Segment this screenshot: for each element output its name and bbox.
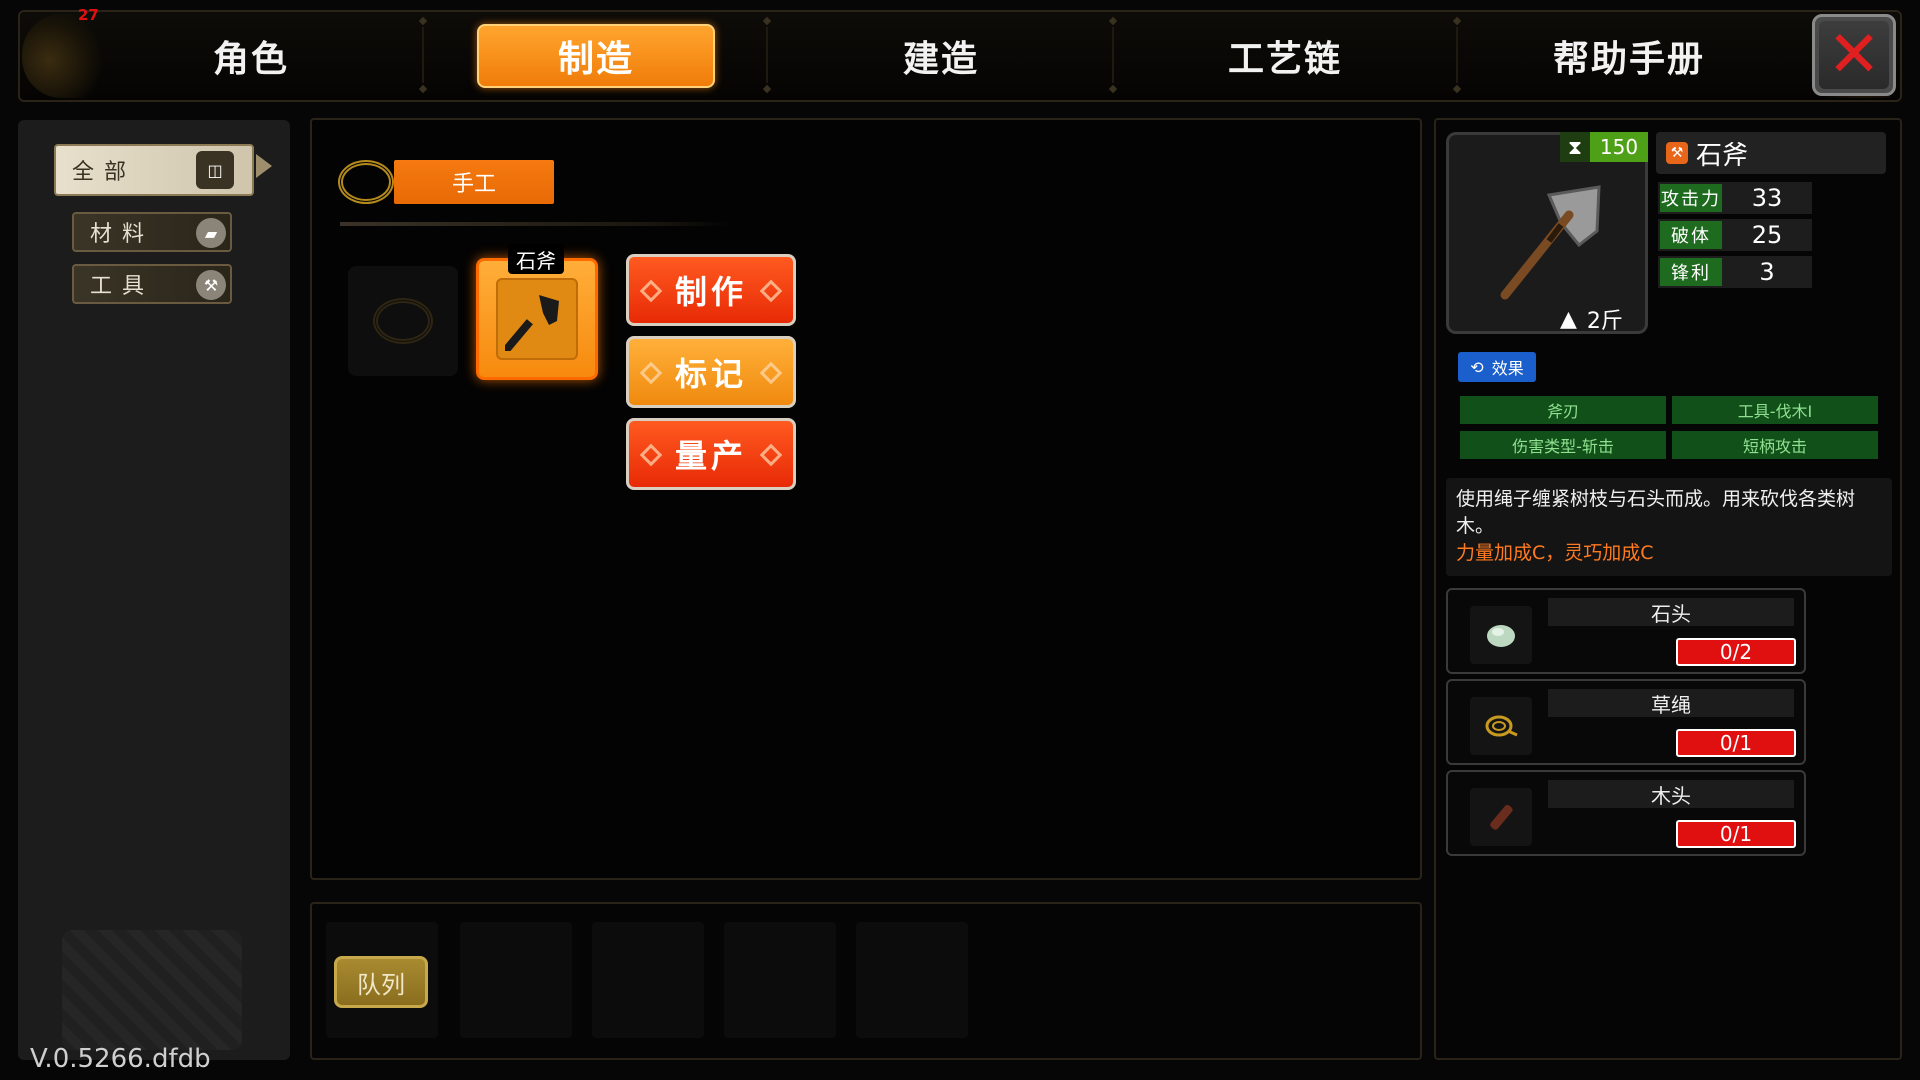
effect-cell: 伤害类型-斩击 (1460, 431, 1666, 459)
craft-time-value: 150 (1590, 132, 1648, 162)
queue-button[interactable]: 队列 (334, 956, 428, 1008)
sidebar-emblem (62, 930, 242, 1050)
effect-icon: ⟲ (1470, 357, 1484, 377)
mark-button-label: 标记 (674, 355, 747, 393)
category-tool-label: 工具 (90, 274, 155, 299)
category-tool-button[interactable]: 工具 ⚒ (72, 264, 232, 304)
stone-axe-icon (1500, 185, 1601, 300)
rope-icon (1470, 697, 1532, 755)
category-all-label: 全部 (72, 160, 137, 185)
fps-counter: 27 (78, 6, 99, 24)
nav-divider (1452, 16, 1462, 94)
hourglass-icon: ⧗ (1560, 132, 1590, 162)
tab-character[interactable]: 角色 (132, 24, 370, 88)
recipe-slot-rope[interactable] (348, 266, 458, 376)
stat-value: 25 (1751, 221, 1783, 249)
recipe-group-header: 手工 (338, 158, 556, 206)
tab-help-manual[interactable]: 帮助手册 (1510, 24, 1748, 88)
make-button-label: 制作 (674, 273, 747, 311)
stat-label: 锋利 (1660, 258, 1722, 286)
rope-icon (373, 298, 433, 344)
material-row: 石头 0/2 (1446, 588, 1806, 674)
item-description: 使用绳子缠紧树枝与石头而成。用来砍伐各类树木。 力量加成C，灵巧加成C (1446, 478, 1892, 576)
stone-axe-icon (505, 295, 559, 351)
material-name: 木头 (1548, 780, 1794, 808)
nav-ornament-left (22, 14, 112, 98)
category-all-button[interactable]: 全部 ◫ (54, 144, 272, 196)
tab-crafting[interactable]: 制造 (477, 24, 715, 88)
make-button[interactable]: 制作 (626, 254, 796, 326)
tab-building[interactable]: 建造 (822, 24, 1060, 88)
category-material-button[interactable]: 材料 ▰ (72, 212, 232, 252)
stat-value: 3 (1759, 258, 1775, 286)
material-count: 0/2 (1676, 638, 1796, 666)
material-name: 石头 (1548, 598, 1794, 626)
stone-icon (1470, 606, 1532, 664)
stat-row-armor-break: 破体 25 (1658, 219, 1812, 251)
tool-icon: ⚒ (196, 270, 226, 300)
recipe-tooltip: 石斧 (508, 244, 564, 274)
effect-cell: 斧刃 (1460, 396, 1666, 424)
recipe-slot-stone-axe[interactable] (476, 258, 598, 380)
material-row: 草绳 0/1 (1446, 679, 1806, 765)
queue-slot[interactable] (856, 922, 968, 1038)
version-label: V.0.5266.dfdb (30, 1044, 211, 1074)
effect-tag: ⟲ 效果 (1458, 352, 1536, 382)
close-x-icon: ✕ (1819, 21, 1889, 89)
weight-icon: ▲ (1560, 306, 1577, 332)
stat-label: 破体 (1660, 221, 1722, 249)
craft-time-badge: ⧗ 150 (1560, 132, 1648, 162)
queue-slot[interactable] (592, 922, 704, 1038)
recipe-panel (310, 118, 1422, 880)
material-row: 木头 0/1 (1446, 770, 1806, 856)
queue-slot[interactable] (724, 922, 836, 1038)
close-button[interactable]: ✕ (1812, 14, 1896, 96)
recipe-group-label: 手工 (394, 160, 554, 204)
category-material-label: 材料 (90, 222, 155, 247)
effect-cell: 工具-伐木Ⅰ (1672, 396, 1878, 424)
stat-label: 攻击力 (1660, 184, 1722, 212)
stat-row-sharpness: 锋利 3 (1658, 256, 1812, 288)
mark-button[interactable]: 标记 (626, 336, 796, 408)
mass-produce-button[interactable]: 量产 (626, 418, 796, 490)
selected-arrow-icon (256, 154, 272, 178)
stat-bonus-text: 力量加成C，灵巧加成C (1456, 542, 1654, 564)
stat-row-attack: 攻击力 33 (1658, 182, 1812, 214)
queue-slot[interactable] (460, 922, 572, 1038)
category-sidebar (18, 120, 290, 1060)
effect-cell: 短柄攻击 (1672, 431, 1878, 459)
all-icon: ◫ (196, 151, 234, 189)
group-divider (340, 222, 730, 226)
tool-category-icon: ⚒ (1666, 142, 1688, 164)
description-text: 使用绳子缠紧树枝与石头而成。用来砍伐各类树木。 (1456, 488, 1856, 537)
nav-divider (418, 16, 428, 94)
nav-divider (1108, 16, 1118, 94)
rope-icon (338, 160, 394, 204)
material-count: 0/1 (1676, 820, 1796, 848)
nav-divider (762, 16, 772, 94)
item-name: 石斧 (1696, 140, 1749, 171)
stat-value: 33 (1751, 184, 1783, 212)
item-name-bar: ⚒ 石斧 (1656, 132, 1886, 174)
material-icon: ▰ (196, 218, 226, 248)
item-weight: ▲ 2斤 (1560, 304, 1623, 335)
material-count: 0/1 (1676, 729, 1796, 757)
weight-value: 2斤 (1586, 309, 1623, 334)
effect-tag-label: 效果 (1491, 359, 1524, 378)
mass-produce-button-label: 量产 (674, 437, 747, 475)
wood-icon (1470, 788, 1532, 846)
tab-process-chain[interactable]: 工艺链 (1166, 24, 1404, 88)
material-name: 草绳 (1548, 689, 1794, 717)
